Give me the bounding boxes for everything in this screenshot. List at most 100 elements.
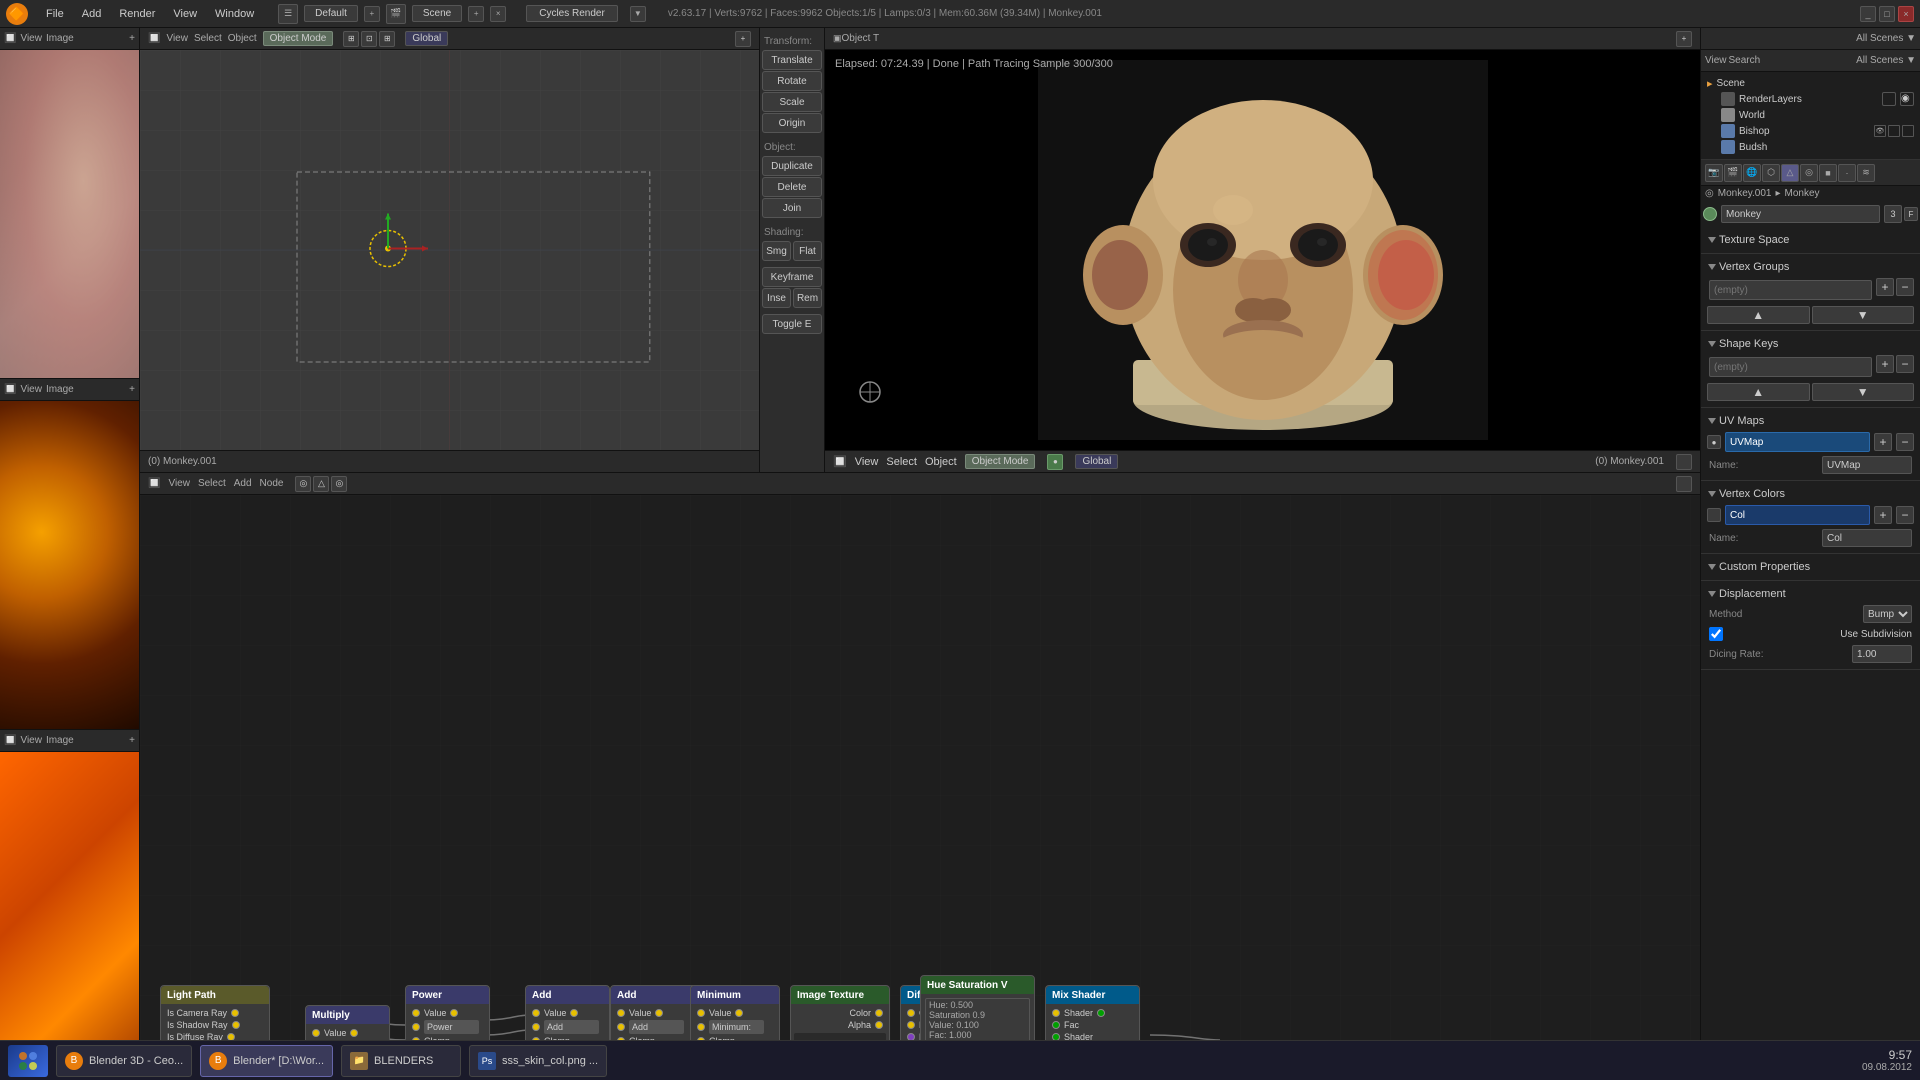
- node-mesh-icon[interactable]: △: [313, 476, 329, 492]
- displacement-method-select[interactable]: Bump: [1863, 605, 1912, 623]
- props-header-view[interactable]: View: [1705, 55, 1727, 66]
- rotate-button[interactable]: Rotate: [762, 71, 822, 91]
- bishop-eye[interactable]: 👁: [1874, 125, 1886, 137]
- object-mode-selector[interactable]: Object Mode: [263, 31, 334, 46]
- menu-file[interactable]: File: [38, 6, 72, 22]
- workspace-add[interactable]: +: [364, 6, 380, 22]
- ortho-viewport-content[interactable]: [140, 50, 759, 450]
- thumb-expand-3[interactable]: +: [129, 735, 135, 746]
- thumb-image-3[interactable]: Image: [46, 735, 74, 746]
- dicing-rate-input[interactable]: [1852, 645, 1912, 663]
- vertex-group-down[interactable]: ▼: [1812, 306, 1915, 324]
- taskbar-photoshop[interactable]: Ps sss_skin_col.png ...: [469, 1045, 607, 1077]
- flat-button[interactable]: Flat: [793, 241, 822, 261]
- render-select-menu[interactable]: Select: [886, 456, 917, 468]
- node-editor-expand[interactable]: [1676, 476, 1692, 492]
- add1-value[interactable]: [544, 1020, 599, 1034]
- node-select-menu[interactable]: Select: [198, 478, 226, 489]
- vertex-colors-header[interactable]: Vertex Colors: [1705, 485, 1916, 503]
- thumb-toolbar-1[interactable]: 🔲: [4, 33, 16, 44]
- duplicate-button[interactable]: Duplicate: [762, 156, 822, 176]
- viewport-toggle-2[interactable]: ⊡: [361, 31, 377, 47]
- taskbar-blenders[interactable]: 📁 BLENDERS: [341, 1045, 461, 1077]
- uv-name-input[interactable]: [1822, 456, 1912, 474]
- use-subdivision-checkbox[interactable]: [1709, 627, 1723, 641]
- scene-budsh[interactable]: Budsh: [1705, 139, 1916, 155]
- prop-icon-physics[interactable]: ≋: [1857, 164, 1875, 182]
- render-object-menu[interactable]: Object: [925, 456, 957, 468]
- scene-remove[interactable]: ×: [490, 6, 506, 22]
- icon-bar-toggle[interactable]: ☰: [278, 4, 298, 24]
- render-view-menu[interactable]: View: [855, 456, 879, 468]
- shape-key-down[interactable]: ▼: [1812, 383, 1915, 401]
- maximize-button[interactable]: □: [1879, 6, 1895, 22]
- node-camera-icon[interactable]: ◎: [331, 476, 347, 492]
- node-node-menu[interactable]: Node: [260, 478, 284, 489]
- vertex-color-name-field[interactable]: [1822, 529, 1912, 547]
- power-value[interactable]: [424, 1020, 479, 1034]
- delete-button[interactable]: Delete: [762, 177, 822, 197]
- minimum-value[interactable]: [709, 1020, 764, 1034]
- scene-selector[interactable]: Scene: [412, 5, 462, 22]
- add2-value[interactable]: [629, 1020, 684, 1034]
- uv-maps-header[interactable]: UV Maps: [1705, 412, 1916, 430]
- material-f[interactable]: F: [1904, 207, 1918, 221]
- prop-icon-world[interactable]: 🌐: [1743, 164, 1761, 182]
- thumb-toolbar-2[interactable]: 🔲: [4, 384, 16, 395]
- bishop-render[interactable]: [1902, 125, 1914, 137]
- thumb-toolbar-3[interactable]: 🔲: [4, 735, 16, 746]
- rem-button[interactable]: Rem: [793, 288, 822, 308]
- toggle-e-button[interactable]: Toggle E: [762, 314, 822, 334]
- thumb-expand-1[interactable]: +: [129, 33, 135, 44]
- prop-icon-scene[interactable]: 🎬: [1724, 164, 1742, 182]
- props-header-all[interactable]: All Scenes ▼: [1856, 55, 1916, 66]
- node-canvas[interactable]: Light Path Is Camera Ray Is Shadow Ray I…: [140, 495, 1700, 1058]
- thumb-view-3[interactable]: View: [20, 735, 42, 746]
- prop-icon-particles[interactable]: ·: [1838, 164, 1856, 182]
- viewport-toggle-1[interactable]: ⊞: [343, 31, 359, 47]
- texture-space-header[interactable]: Texture Space: [1705, 231, 1916, 249]
- taskbar-start-button[interactable]: [8, 1045, 48, 1077]
- shape-key-remove[interactable]: −: [1896, 355, 1914, 373]
- render-viewport[interactable]: ▣ Object T + Elapsed: 07:24.39 | Done | …: [825, 28, 1700, 472]
- origin-button[interactable]: Origin: [762, 113, 822, 133]
- ortho-object-menu[interactable]: Object: [228, 33, 257, 44]
- menu-render[interactable]: Render: [111, 6, 163, 22]
- all-scenes-selector[interactable]: All Scenes ▼: [1856, 33, 1916, 44]
- menu-help[interactable]: Window: [207, 6, 262, 22]
- thumb-image-2[interactable]: Image: [46, 384, 74, 395]
- thumb-view-2[interactable]: View: [20, 384, 42, 395]
- render-layers-render[interactable]: ◉: [1900, 92, 1914, 106]
- ortho-select-menu[interactable]: Select: [194, 33, 222, 44]
- uv-map-remove[interactable]: −: [1896, 433, 1914, 451]
- render-expand[interactable]: +: [1676, 31, 1692, 47]
- vertex-group-remove[interactable]: −: [1896, 278, 1914, 296]
- props-header-search[interactable]: Search: [1729, 55, 1761, 66]
- vertex-group-input[interactable]: [1709, 280, 1872, 300]
- vertex-group-up[interactable]: ▲: [1707, 306, 1810, 324]
- prop-icon-texture[interactable]: ■: [1819, 164, 1837, 182]
- render-viewport-toggle[interactable]: ●: [1047, 454, 1063, 470]
- displacement-header[interactable]: Displacement: [1705, 585, 1916, 603]
- scene-add[interactable]: +: [468, 6, 484, 22]
- shape-key-up[interactable]: ▲: [1707, 383, 1810, 401]
- engine-selector[interactable]: Cycles Render: [526, 5, 618, 22]
- ortho-view-menu[interactable]: View: [166, 33, 188, 44]
- scene-root[interactable]: ▸ Scene: [1705, 76, 1916, 91]
- vertex-group-add[interactable]: +: [1876, 278, 1894, 296]
- global-local-selector[interactable]: Global: [405, 31, 448, 46]
- custom-properties-header[interactable]: Custom Properties: [1705, 558, 1916, 576]
- scene-render-layers[interactable]: RenderLayers ◉: [1705, 91, 1916, 107]
- translate-button[interactable]: Translate: [762, 50, 822, 70]
- node-editor[interactable]: 🔲 View Select Add Node ◎ △ ◎: [140, 473, 1700, 1080]
- prop-icon-object[interactable]: ⬡: [1762, 164, 1780, 182]
- taskbar-blender-active[interactable]: B Blender* [D:\Wor...: [200, 1045, 333, 1077]
- uv-map-add[interactable]: +: [1874, 433, 1892, 451]
- thumb-image-1[interactable]: Image: [46, 33, 74, 44]
- scale-button[interactable]: Scale: [762, 92, 822, 112]
- render-viewport-expand[interactable]: [1676, 454, 1692, 470]
- vertex-color-name-input[interactable]: [1725, 505, 1870, 525]
- render-global[interactable]: Global: [1075, 454, 1118, 469]
- workspace-selector[interactable]: Default: [304, 5, 358, 22]
- thumb-view-1[interactable]: View: [20, 33, 42, 44]
